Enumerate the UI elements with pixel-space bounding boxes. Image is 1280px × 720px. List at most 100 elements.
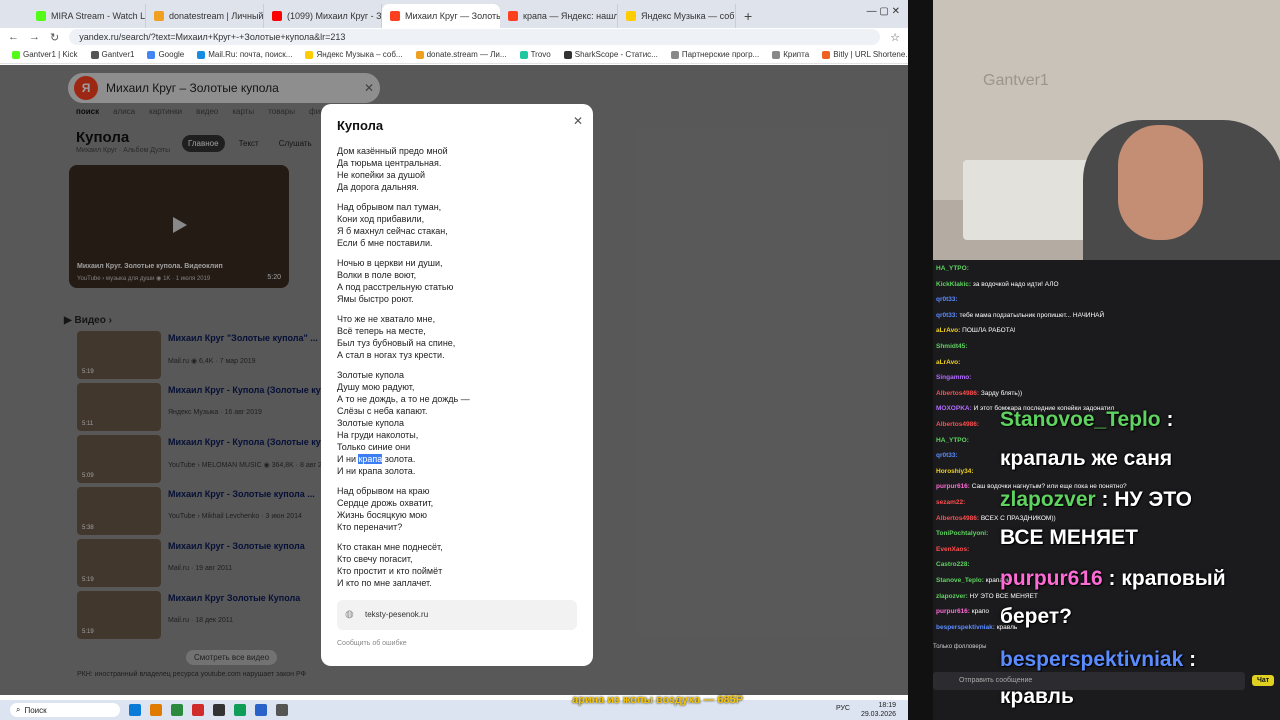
app-icon[interactable] [192,704,204,716]
chat-username[interactable]: qr0t33: [936,452,958,459]
chat-username[interactable]: qr0t33: [936,296,958,303]
tab-label: MIRA Stream - Watch Live on [51,11,146,21]
close-icon[interactable]: ✕ [573,114,583,128]
lyrics-line: Кто стакан мне поднесёт, [337,542,443,552]
selected-word[interactable]: крапа [358,454,383,464]
taskbar-search-label: Поиск [24,705,47,715]
url-field[interactable]: yandex.ru/search/?text=Михаил+Круг+-+Зол… [69,29,881,45]
chat-username[interactable]: ToniPochtalyoni: [936,530,988,537]
forward-icon[interactable]: → [29,31,40,43]
browser-tab[interactable]: Яндекс Музыка — собираем✕ [618,4,736,28]
new-tab-icon[interactable]: + [736,4,760,28]
bookmark-item[interactable]: Gantver1 | Kick [12,50,78,59]
lyrics-stanza: Над обрывом пал туман, Кони ход прибавили… [337,201,577,249]
bookmark-label: Google [158,50,185,59]
lyrics-line: И кто по мне заплачет. [337,578,432,588]
lyrics-line: Кони ход прибавили, [337,214,425,224]
app-icon[interactable] [213,704,225,716]
bookmark-item[interactable]: Mail.Ru: почта, поиск... [197,50,292,59]
taskbar-search[interactable]: ⌕ Поиск [10,703,120,717]
chat-username[interactable]: zlapozver: [936,593,968,600]
bookmark-item[interactable]: donate.stream — Ли... [415,50,507,59]
browser-tab[interactable]: donatestream | Личный кабин✕ [146,4,264,28]
bookmark-item[interactable]: Партнерские прогр... [670,50,759,59]
tab-favicon [272,11,282,21]
chat-username[interactable]: purpur616: [936,608,970,615]
clock[interactable]: 18:19 29.03.2026 [861,701,896,719]
chat-filter[interactable]: Только фолловеры [933,644,986,650]
tab-favicon [154,11,164,21]
chat-username[interactable]: qr0t33: [936,312,958,319]
webcam-watermark: Gantver1 [983,72,1049,89]
lyrics-stanza: Ночью в церкви ни души, Волки в поле воют… [337,257,577,305]
bookmark-item[interactable]: Яндекс Музыка – соб... [305,50,403,59]
chat-username[interactable]: Stanove_Teplo: [936,577,984,584]
chat-username[interactable]: HA_YTPO: [936,437,969,444]
report-error-link[interactable]: Сообщить об ошибке [337,640,407,647]
app-icon[interactable] [234,704,246,716]
chat-username[interactable]: HA_YTPO: [936,265,969,272]
tab-favicon [626,11,636,21]
bookmark-item[interactable]: Gantver1 [90,50,134,59]
bookmark-label: Mail.Ru: почта, поиск... [208,50,293,59]
chat-username[interactable]: KickKlakic: [936,281,971,288]
browser-tab[interactable]: MIRA Stream - Watch Live on✕ [28,4,146,28]
chat-username[interactable]: Albertos4986: [936,515,979,522]
chat-send-button[interactable]: Чат [1252,675,1275,686]
app-icon[interactable] [171,704,183,716]
bookmark-item[interactable]: Google [147,50,184,59]
browser-icon[interactable] [255,704,267,716]
bookmark-item[interactable]: Trovo [519,50,551,59]
chat-text: крапо [971,608,989,616]
reload-icon[interactable]: ↻ [50,31,59,44]
lyrics-line: А то не дождь, а то не дождь — [337,394,470,404]
chat-username[interactable]: MOXOPKA: [936,405,972,412]
bookmark-favicon [12,50,20,59]
lyrics-line: Душу мою радуют, [337,382,415,392]
bookmark-favicon [197,50,206,59]
lyrics-line: Ямы быстро роют. [337,294,414,304]
window-controls[interactable]: — ▢ ✕ [867,6,900,17]
chat-username[interactable]: purpur616: [936,483,970,490]
chat-message: Horoshiy34: [936,467,974,476]
chat-username[interactable]: Shmidt45: [936,343,967,350]
chat-input[interactable]: Отправить сообщение [933,672,1245,690]
chat-username[interactable]: besperspektivniak: [936,624,995,631]
app-icon[interactable] [150,704,162,716]
chat-username[interactable]: aLrAvo: [936,359,960,366]
browser-tab[interactable]: Михаил Круг — Золотые купол✕ [382,4,500,28]
lyrics-text-before: И ни [337,454,359,464]
bookmark-favicon [772,50,781,59]
bookmark-label: Криптa [783,50,810,59]
chat-username[interactable]: Albertos4986: [936,390,979,397]
lyrics-source-link[interactable]: ◍ teksty-pesenok.ru [337,600,577,630]
bookmark-item[interactable]: SharkScope - Статис... [563,50,658,59]
chat-username[interactable]: aLrAvo: [936,327,960,334]
language-indicator[interactable]: РУС [836,705,850,712]
bookmark-favicon [670,50,679,59]
chat-username[interactable]: Horoshiy34: [936,468,974,475]
browser-tab[interactable]: (1099) Михаил Круг - Золот✕ [264,4,382,28]
lyrics-line: Золотые купола [337,370,404,380]
lyrics-text-after: золота. [382,454,416,464]
lyrics-stanza: Над обрывом на краю Сердце дрожь охватит,… [337,485,577,533]
lyrics-line: Если б мне поставили. [337,238,433,248]
app-icon[interactable] [129,704,141,716]
overlay-text: : [1160,408,1174,431]
browser-tab[interactable]: крапа — Яндекс: нашлось 5 тыс✕ [500,4,618,28]
lyrics-line: Над обрывом на краю [337,486,430,496]
chat-username[interactable]: Singammo: [936,374,971,381]
chat-text: ВСЕХ С ПРАЗДНИКОМ)) [980,514,1056,522]
bookmark-item[interactable]: Криптa [772,50,809,59]
chat-message: qr0t33: [936,451,958,460]
chat-username[interactable]: Castro228: [936,561,970,568]
app-icon[interactable] [276,704,288,716]
bookmark-star-icon[interactable]: ☆ [890,31,900,44]
back-icon[interactable]: ← [8,31,19,43]
chat-message: Stanove_Teplo: крапаль [936,576,1010,585]
chat-username[interactable]: sezam22: [936,499,965,506]
bookmark-item[interactable]: Bitly | URL Shortene... [822,50,908,59]
chat-message: sezam22: [936,498,965,507]
chat-username[interactable]: EvenXaos: [936,546,969,553]
chat-username[interactable]: Albertos4986: [936,421,979,428]
